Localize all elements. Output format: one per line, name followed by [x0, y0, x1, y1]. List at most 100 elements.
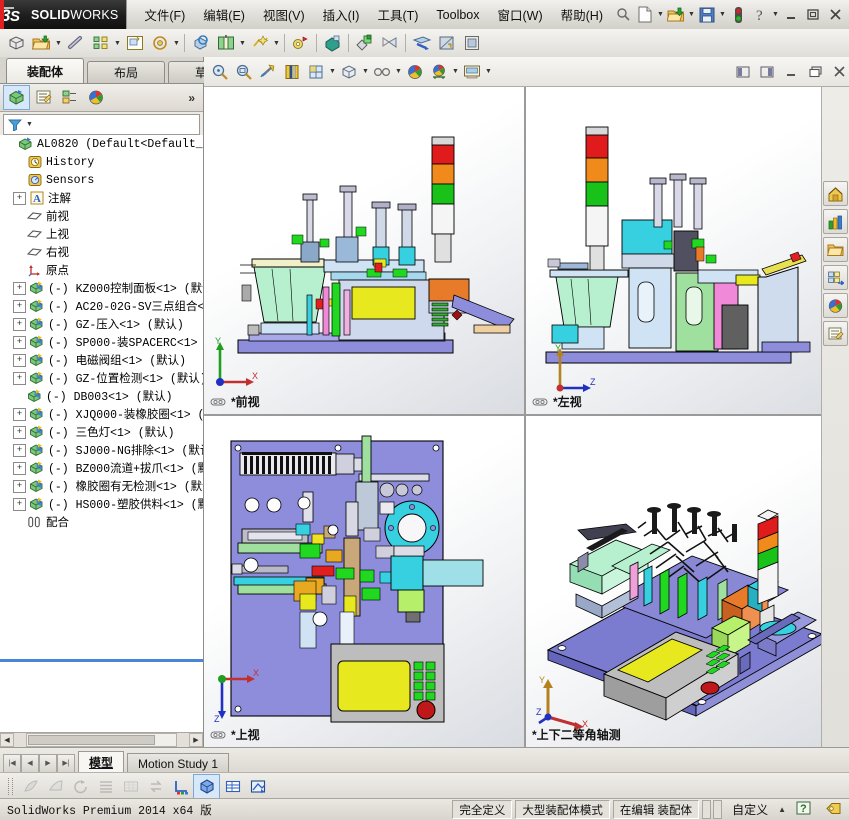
tree-expand-icon[interactable]: +	[13, 281, 26, 295]
tree-node[interactable]: + (-) KZ000控制面板<1> (默认	[0, 279, 203, 297]
view-palette-icon[interactable]	[823, 265, 848, 290]
move-dropdown-icon[interactable]: ▼	[172, 32, 181, 54]
tab-motion-study-1[interactable]: Motion Study 1	[127, 753, 230, 773]
open-components-dropdown-icon[interactable]: ▼	[54, 32, 63, 54]
move-component-icon[interactable]	[147, 31, 172, 55]
filter-dropdown-icon[interactable]: ▼	[26, 121, 33, 128]
viewport-top[interactable]: X Z *上视	[204, 416, 524, 747]
chevron-up-icon[interactable]: ▲	[778, 805, 786, 814]
appearances-scenes-icon[interactable]	[823, 293, 848, 318]
simulation-icon[interactable]	[409, 31, 434, 55]
tree-node[interactable]: 原点	[0, 261, 203, 279]
tree-node[interactable]: + (-) GZ-位置检测<1> (默认)	[0, 369, 203, 387]
tree-node[interactable]: 前视	[0, 207, 203, 225]
hole-series-icon[interactable]	[377, 31, 402, 55]
no-preview-icon[interactable]	[43, 775, 68, 798]
menu-edit[interactable]: 编辑(E)	[194, 2, 254, 27]
last-tab-icon[interactable]: ▶|	[57, 753, 75, 773]
reference-geometry-dropdown-icon[interactable]: ▼	[238, 32, 247, 54]
tree-expand-icon[interactable]: +	[13, 479, 26, 493]
tree-node[interactable]: 右视	[0, 243, 203, 261]
scroll-track[interactable]	[26, 733, 177, 747]
motion-study-dropdown-icon[interactable]: ▼	[272, 32, 281, 54]
zoom-to-area-icon[interactable]	[232, 59, 256, 84]
display-style-dropdown-icon[interactable]: ▼	[361, 61, 370, 83]
design-study-icon[interactable]	[459, 31, 484, 55]
scroll-left-icon[interactable]: ◀	[0, 733, 14, 747]
tree-node[interactable]: History	[0, 153, 203, 171]
display-manager-icon[interactable]	[83, 86, 108, 109]
save-dropdown-icon[interactable]: ▼	[718, 4, 727, 26]
apply-scene-icon[interactable]	[427, 59, 451, 84]
tree-expand-icon[interactable]: +	[13, 461, 26, 475]
tree-node[interactable]: + (-) SJ000-NG排除<1> (默认)	[0, 441, 203, 459]
new-document-dropdown-icon[interactable]: ▼	[656, 4, 665, 26]
tree-node[interactable]: AL0820 (Default<Default_Disp	[0, 135, 203, 153]
tree-node[interactable]: (-) DB003<1> (默认)	[0, 387, 203, 405]
tree-expand-icon[interactable]: +	[13, 443, 26, 457]
tree-expand-icon[interactable]: +	[13, 353, 26, 367]
zoom-to-fit-icon[interactable]	[208, 59, 232, 84]
viewport-left-icon[interactable]	[731, 59, 755, 84]
table-icon[interactable]	[220, 775, 245, 798]
new-motion-study-icon[interactable]	[247, 31, 272, 55]
menu-view[interactable]: 视图(V)	[254, 2, 314, 27]
restore-icon[interactable]	[802, 4, 824, 26]
feature-tree[interactable]: AL0820 (Default<Default_Disp History Senso…	[0, 135, 203, 747]
section-view-icon[interactable]	[434, 31, 459, 55]
tree-expand-icon[interactable]: +	[13, 425, 26, 439]
view-orientation-icon[interactable]	[304, 59, 328, 84]
sw-resources-icon[interactable]	[823, 181, 848, 206]
tree-node[interactable]: Sensors	[0, 171, 203, 189]
tab-assembly[interactable]: 装配体	[6, 58, 84, 83]
reference-geometry-icon[interactable]	[213, 31, 238, 55]
scroll-thumb[interactable]	[28, 735, 155, 745]
bill-of-materials-icon[interactable]	[288, 31, 313, 55]
tree-node[interactable]: + (-) HS000-塑胶供料<1> (默认	[0, 495, 203, 513]
tree-expand-icon[interactable]: +	[13, 407, 26, 421]
tree-expand-icon[interactable]: +	[13, 497, 26, 511]
tree-node[interactable]: + (-) 三色灯<1> (默认)	[0, 423, 203, 441]
tree-expand-icon[interactable]: +	[13, 317, 26, 331]
menu-help[interactable]: 帮助(H)	[552, 2, 612, 27]
tree-node[interactable]: + (-) XJQ000-装橡胶圈<1> (默	[0, 405, 203, 423]
hide-show-dropdown-icon[interactable]: ▼	[394, 61, 403, 83]
menu-toolbox[interactable]: Toolbox	[427, 5, 488, 25]
tree-expand-icon[interactable]: +	[13, 191, 26, 205]
menu-file[interactable]: 文件(F)	[135, 2, 194, 27]
file-explorer-icon[interactable]	[823, 237, 848, 262]
tree-expand-icon[interactable]: +	[13, 299, 26, 313]
interference-detection-icon[interactable]	[352, 31, 377, 55]
feature-manager-icon[interactable]	[3, 85, 30, 110]
tree-node[interactable]: + (-) 橡胶圈有无检测<1> (默认	[0, 477, 203, 495]
configuration-manager-icon[interactable]	[57, 86, 82, 109]
rebuild-icon[interactable]	[727, 4, 749, 26]
viewport-restore-icon[interactable]	[803, 59, 827, 84]
smart-fasteners-icon[interactable]	[122, 31, 147, 55]
tree-node[interactable]: + (-) GZ-压入<1> (默认)	[0, 315, 203, 333]
tree-node[interactable]: + A 注解	[0, 189, 203, 207]
viewport-minimize-icon[interactable]	[779, 59, 803, 84]
assembly-features-icon[interactable]	[188, 31, 213, 55]
new-document-icon[interactable]	[634, 4, 656, 26]
custom-properties-icon[interactable]	[823, 321, 848, 346]
linear-pattern-dropdown-icon[interactable]: ▼	[113, 32, 122, 54]
rotate-icon[interactable]	[68, 775, 93, 798]
linear-pattern-icon[interactable]	[88, 31, 113, 55]
tree-expand-icon[interactable]: +	[13, 335, 26, 349]
tree-node[interactable]: 上视	[0, 225, 203, 243]
new-assembly-icon[interactable]	[4, 31, 29, 55]
minimize-icon[interactable]	[780, 4, 802, 26]
shaded-sketch-contours-icon[interactable]	[18, 775, 43, 798]
tree-node[interactable]: + (-) BZ000流道+拔爪<1> (默认	[0, 459, 203, 477]
view-settings-dropdown-icon[interactable]: ▼	[484, 61, 493, 83]
apply-scene-dropdown-icon[interactable]: ▼	[451, 61, 460, 83]
prev-tab-icon[interactable]: ◀	[21, 753, 39, 773]
scroll-right-icon[interactable]: ▶	[189, 733, 203, 747]
tab-model[interactable]: 模型	[78, 751, 125, 773]
list-icon[interactable]	[93, 775, 118, 798]
tag-icon[interactable]	[825, 801, 843, 819]
grid-icon[interactable]	[118, 775, 143, 798]
previous-view-icon[interactable]	[256, 59, 280, 84]
menu-window[interactable]: 窗口(W)	[489, 2, 552, 27]
